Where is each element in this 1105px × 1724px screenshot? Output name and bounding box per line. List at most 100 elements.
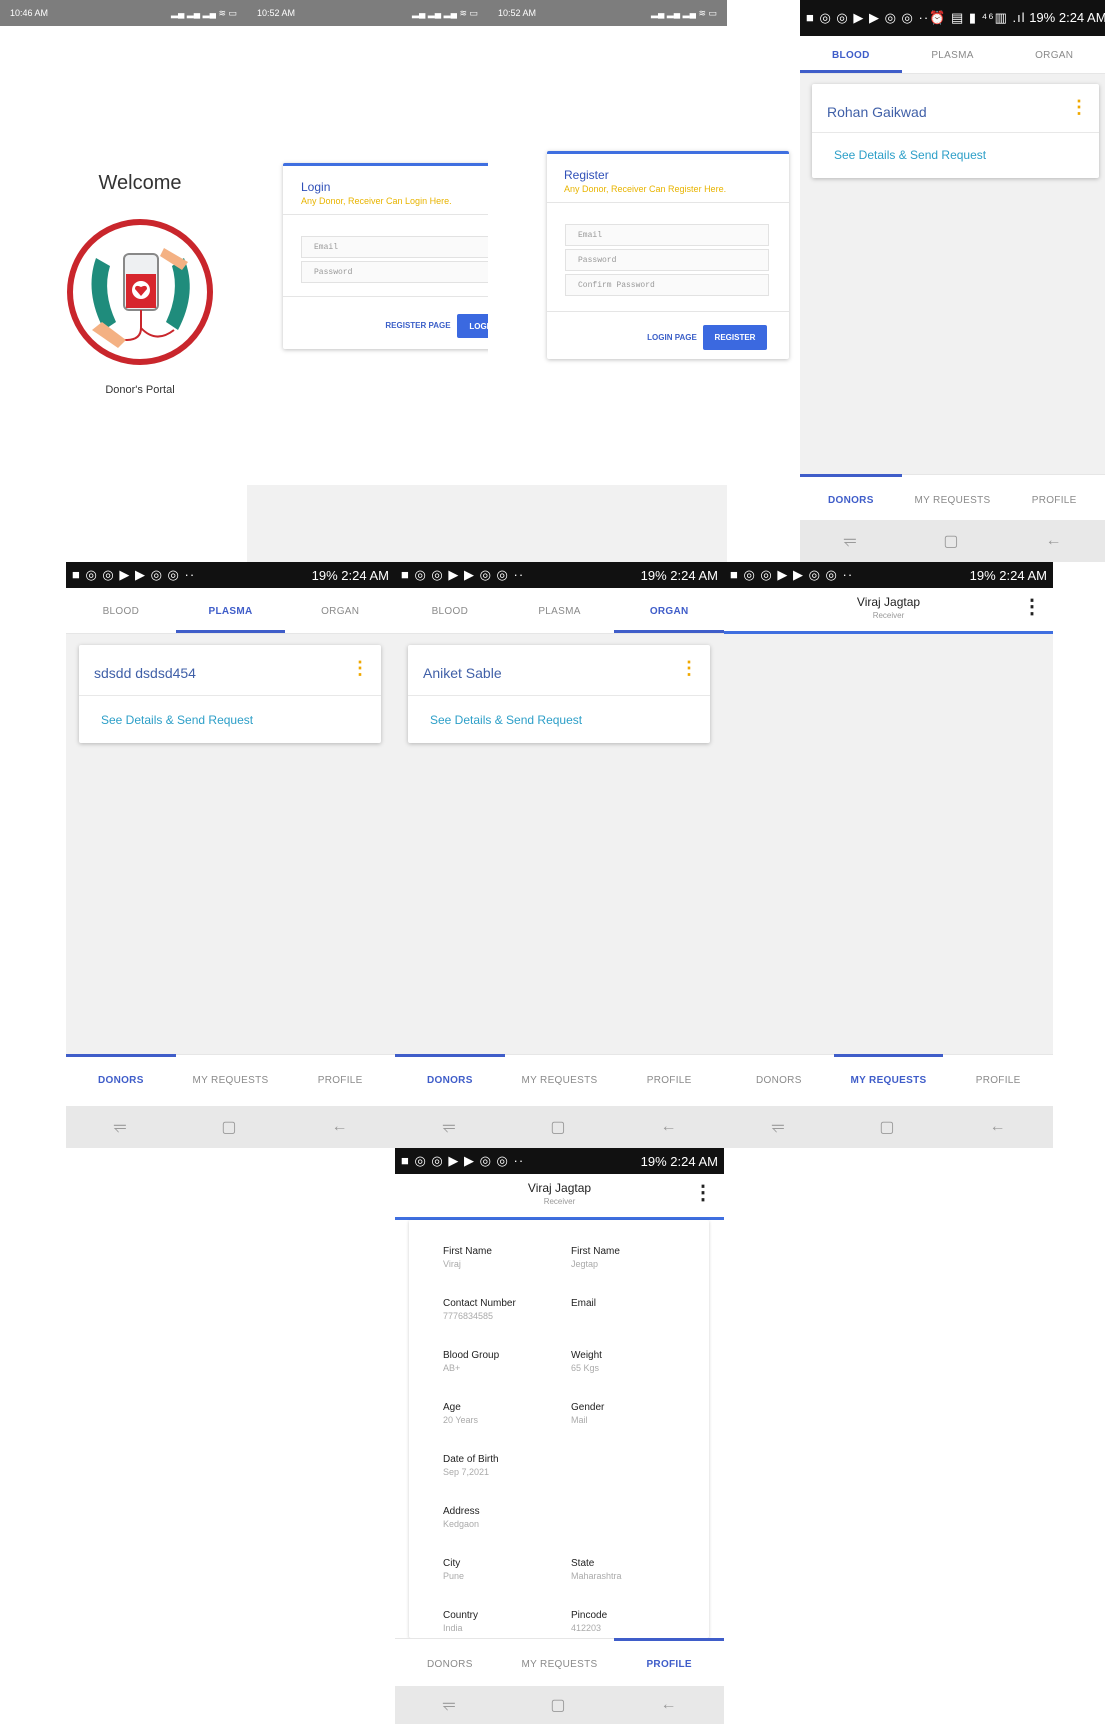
recents-icon[interactable]: ⥫	[844, 532, 857, 550]
user-role: Receiver	[872, 611, 905, 620]
email-field[interactable]: Email	[301, 236, 506, 258]
profile-field-value: Mail	[571, 1415, 588, 1425]
register-page-button[interactable]: REGISTER PAGE	[373, 314, 463, 336]
nav-profile[interactable]: PROFILE	[614, 1638, 724, 1686]
login-title: Login	[301, 180, 331, 194]
recents-icon[interactable]: ⥫	[443, 1696, 456, 1714]
battery-level: 19%	[640, 567, 667, 583]
donor-card: sdsdd dsdsd454 ⋮ See Details & Send Requ…	[79, 645, 381, 743]
notification-icons: ■ ◎ ◎ ▶ ▶ ◎ ◎ ··	[72, 567, 196, 582]
tab-plasma[interactable]: PLASMA	[175, 588, 286, 633]
nav-profile[interactable]: PROFILE	[285, 1055, 395, 1106]
details-link[interactable]: See Details & Send Request	[834, 148, 986, 162]
user-name: Viraj Jagtap	[527, 1181, 592, 1195]
register-subtitle: Any Donor, Receiver Can Register Here.	[564, 184, 727, 194]
nav-my-requests[interactable]: MY REQUESTS	[505, 1639, 615, 1686]
home-icon[interactable]: ▢	[221, 1117, 236, 1137]
bottom-nav: DONORS MY REQUESTS PROFILE	[724, 1054, 1053, 1106]
recents-icon[interactable]: ⥫	[114, 1118, 127, 1136]
home-icon[interactable]: ▢	[550, 1117, 565, 1137]
tab-plasma[interactable]: PLASMA	[505, 588, 615, 633]
tab-organ[interactable]: ORGAN	[614, 588, 724, 633]
profile-field-label: Email	[571, 1298, 597, 1309]
nav-my-requests[interactable]: MY REQUESTS	[505, 1055, 615, 1106]
back-icon[interactable]: ←	[1045, 532, 1061, 550]
more-options-icon[interactable]: ⋮	[680, 659, 698, 677]
profile-field-label: Contact Number	[443, 1298, 516, 1309]
menu-icon[interactable]: ⋮	[1022, 594, 1042, 619]
profile-field-label: First Name	[571, 1246, 620, 1257]
profile-field: Contact Number 7776834585	[443, 1298, 571, 1350]
profile-field-value: 20 Years	[443, 1415, 479, 1425]
password-field[interactable]: Password	[565, 249, 769, 271]
home-icon[interactable]: ▢	[550, 1695, 565, 1715]
nav-my-requests[interactable]: MY REQUESTS	[176, 1055, 286, 1106]
nav-donors[interactable]: DONORS	[395, 1054, 505, 1106]
tab-organ[interactable]: ORGAN	[285, 588, 395, 633]
profile-field-label: Date of Birth	[443, 1454, 499, 1465]
profile-field: State Maharashtra	[571, 1558, 699, 1610]
tab-blood[interactable]: BLOOD	[395, 588, 505, 633]
recents-icon[interactable]: ⥫	[443, 1118, 456, 1136]
nav-donors[interactable]: DONORS	[800, 474, 902, 520]
status-time: 2:24 AM	[670, 567, 718, 583]
donor-logo	[67, 219, 213, 365]
tab-blood[interactable]: BLOOD	[800, 36, 902, 73]
donor-name: Rohan Gaikwad	[827, 104, 927, 120]
status-bar: ■ ◎ ◎ ▶ ▶ ◎ ◎ ·· 19% 2:24 AM	[395, 1148, 724, 1174]
nav-donors[interactable]: DONORS	[395, 1639, 505, 1686]
status-time: 2:24 AM	[1058, 10, 1105, 25]
donor-list: Rohan Gaikwad ⋮ See Details & Send Reque…	[800, 74, 1105, 474]
home-icon[interactable]: ▢	[943, 531, 958, 551]
profile-field-value: Viraj	[443, 1259, 461, 1269]
menu-icon[interactable]: ⋮	[693, 1180, 713, 1205]
confirm-password-field[interactable]: Confirm Password	[565, 274, 769, 296]
nav-profile[interactable]: PROFILE	[1003, 475, 1105, 520]
more-options-icon[interactable]: ⋮	[1070, 98, 1088, 116]
profile-field: First Name Jegtap	[571, 1246, 699, 1298]
recents-icon[interactable]: ⥫	[772, 1118, 785, 1136]
tab-organ[interactable]: ORGAN	[1003, 36, 1105, 73]
donor-name: sdsdd dsdsd454	[94, 665, 196, 681]
profile-row: First Name Viraj First Name Jegtap	[443, 1246, 703, 1298]
divider	[547, 311, 789, 312]
back-icon[interactable]: ←	[660, 1118, 676, 1136]
back-icon[interactable]: ←	[331, 1118, 347, 1136]
email-field[interactable]: Email	[565, 224, 769, 246]
profile-field-value: Pune	[443, 1571, 465, 1581]
tab-plasma[interactable]: PLASMA	[902, 36, 1004, 73]
nav-my-requests[interactable]: MY REQUESTS	[833, 1054, 944, 1106]
tab-blood[interactable]: BLOOD	[66, 588, 176, 633]
system-nav-bar: ⥫ ▢ ←	[800, 520, 1105, 562]
nav-donors[interactable]: DONORS	[724, 1055, 834, 1106]
more-options-icon[interactable]: ⋮	[351, 659, 369, 677]
nav-profile[interactable]: PROFILE	[614, 1055, 724, 1106]
profile-row: Blood Group AB+ Weight 65 Kgs	[443, 1350, 703, 1402]
bottom-nav: DONORS MY REQUESTS PROFILE	[800, 474, 1105, 520]
profile-field-value: 412203	[571, 1623, 602, 1633]
profile-field-label: Weight	[571, 1350, 602, 1361]
back-icon[interactable]: ←	[660, 1696, 676, 1714]
status-bar: ■ ◎ ◎ ▶ ▶ ◎ ◎ ·· 19% 2:24 AM	[395, 562, 724, 588]
profile-field-value: Maharashtra	[571, 1571, 622, 1581]
status-bar: 10:52 AM ▂▄ ▂▄ ▂▄ ≋ ▭	[488, 0, 727, 26]
password-field[interactable]: Password	[301, 261, 506, 283]
back-icon[interactable]: ←	[989, 1118, 1005, 1136]
bottom-nav: DONORS MY REQUESTS PROFILE	[66, 1054, 395, 1106]
home-icon[interactable]: ▢	[879, 1117, 894, 1137]
requests-list	[724, 634, 1053, 1054]
profile-field	[571, 1506, 699, 1558]
details-link[interactable]: See Details & Send Request	[101, 713, 253, 727]
nav-donors[interactable]: DONORS	[66, 1054, 176, 1106]
register-button[interactable]: REGISTER	[703, 325, 767, 350]
user-role: Receiver	[543, 1197, 576, 1206]
system-nav-bar: ⥫ ▢ ←	[395, 1686, 724, 1724]
donor-card: Aniket Sable ⋮ See Details & Send Reques…	[408, 645, 710, 743]
nav-profile[interactable]: PROFILE	[943, 1055, 1053, 1106]
nav-my-requests[interactable]: MY REQUESTS	[902, 475, 1004, 520]
profile-field: Weight 65 Kgs	[571, 1350, 699, 1402]
profile-field: Address Kedgaon	[443, 1506, 571, 1558]
details-link[interactable]: See Details & Send Request	[430, 713, 582, 727]
profile-field-value: 7776834585	[443, 1311, 494, 1321]
welcome-subtitle: Donor's Portal	[105, 384, 175, 396]
